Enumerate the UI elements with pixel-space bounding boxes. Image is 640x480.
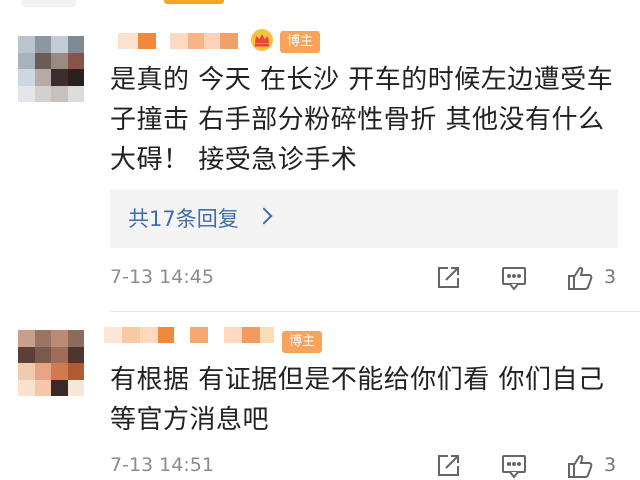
- comment-text: 是真的 今天 在长沙 开车的时候左边遭受车子撞击 右手部分粉碎性骨折 其他没有什…: [110, 65, 614, 175]
- share-icon[interactable]: [434, 452, 462, 480]
- comment-item: 博主 有根据 有证据但是不能给你们看 你们自己等官方消息吧 7-13 14:51…: [0, 312, 640, 480]
- comment-icon[interactable]: [500, 452, 528, 480]
- like-count: 3: [604, 454, 617, 476]
- like-icon[interactable]: [566, 264, 594, 292]
- comment-time: 7-13 14:45: [110, 266, 214, 288]
- like-icon[interactable]: [566, 452, 594, 480]
- avatar[interactable]: [18, 36, 84, 102]
- username-blurred[interactable]: [118, 30, 238, 52]
- author-badge: 博主: [280, 31, 321, 53]
- crown-icon: [251, 29, 273, 51]
- chevron-right-icon: [255, 207, 273, 225]
- author-badge: 博主: [282, 331, 323, 353]
- replies-link[interactable]: 共17条回复: [128, 190, 239, 248]
- replies-box[interactable]: 共17条回复: [110, 190, 618, 248]
- like-count: 3: [604, 266, 617, 288]
- comment-time: 7-13 14:51: [110, 454, 214, 476]
- comment-item: 博主 是真的 今天 在长沙 开车的时候左边遭受车子撞击 右手部分粉碎性骨折 其他…: [0, 0, 640, 312]
- avatar[interactable]: [18, 330, 84, 396]
- comment-icon[interactable]: [500, 264, 528, 292]
- share-icon[interactable]: [434, 264, 462, 292]
- username-blurred[interactable]: [104, 324, 274, 346]
- comment-text: 有根据 有证据但是不能给你们看 你们自己等官方消息吧: [110, 365, 605, 435]
